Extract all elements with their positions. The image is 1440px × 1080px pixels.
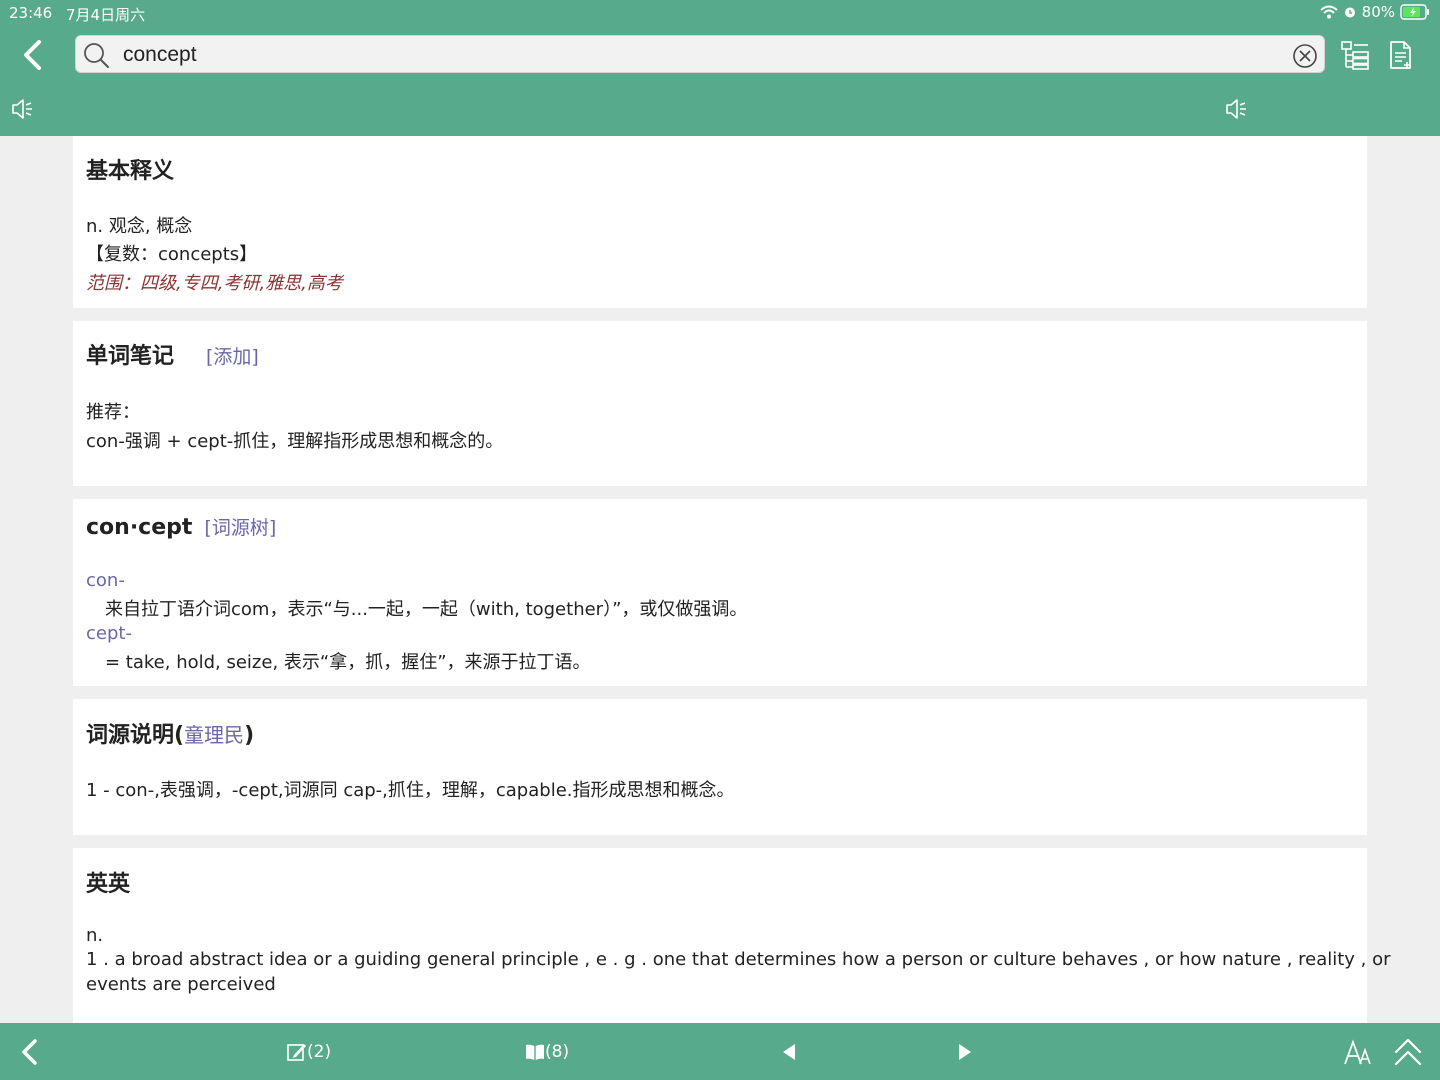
document-icon[interactable] <box>1388 40 1414 70</box>
search-box[interactable] <box>75 35 1325 73</box>
back-icon[interactable] <box>18 1037 42 1067</box>
search-icon <box>84 43 109 68</box>
notes-count: (2) <box>307 1042 332 1062</box>
morpheme-key: con- <box>86 570 125 591</box>
scroll-top-icon[interactable] <box>1393 1037 1423 1067</box>
english-definition-card: 英英 n. 1 . a broad abstract idea or a gui… <box>73 848 1391 1023</box>
author-link[interactable]: 童理民 <box>184 723 244 747</box>
english-pos: n. <box>86 925 104 946</box>
previous-icon[interactable] <box>780 1037 798 1067</box>
tree-icon[interactable] <box>1340 40 1370 70</box>
notes-button[interactable]: (2) <box>287 1037 331 1067</box>
font-size-icon[interactable] <box>1343 1037 1373 1067</box>
title-prefix: 词源说明( <box>86 723 185 748</box>
status-right: 80% <box>1319 3 1430 21</box>
edit-note-icon <box>287 1044 306 1061</box>
back-icon[interactable] <box>18 38 48 72</box>
add-note-link[interactable]: [添加] <box>206 342 259 369</box>
word-notes-card: 单词笔记 [添加] 推荐： con-强调 + cept-抓住，理解指形成思想和概… <box>73 321 1367 486</box>
etymology-explanation-text: 1 - con-,表强调，-cept,词源同 cap-,抓住，理解，capabl… <box>86 780 735 801</box>
english-definition-line: 1 . a broad abstract idea or a guiding g… <box>86 949 1391 970</box>
wordbook-count: (8) <box>545 1042 570 1062</box>
morpheme-desc: = take, hold, seize, 表示“拿，抓，握住”，来源于拉丁语。 <box>105 652 591 673</box>
speaker-icon-uk[interactable] <box>10 97 34 121</box>
word-notes-title: 单词笔记 <box>86 344 175 369</box>
clear-icon[interactable] <box>1292 43 1318 69</box>
status-bar: 23:46 7月4日周六 80% <box>0 0 1440 26</box>
alarm-icon <box>1344 7 1355 18</box>
etymology-tree-link[interactable]: [词源树] <box>204 513 276 540</box>
battery-charging-icon <box>1400 4 1429 20</box>
book-icon <box>526 1044 544 1060</box>
status-date: 7月4日周六 <box>66 6 146 24</box>
morpheme-key: cept- <box>86 623 132 644</box>
wifi-icon <box>1319 5 1338 19</box>
morpheme-desc: 来自拉丁语介词com，表示“与...一起，一起（with, together）”… <box>105 599 748 620</box>
syllable-word: con·cept <box>86 515 193 540</box>
etymology-card: con·cept [词源树] con- 来自拉丁语介词com，表示“与...一起… <box>73 499 1367 686</box>
english-definition-line: events are perceived <box>86 974 276 995</box>
etymology-explanation-title: 词源说明(童理民) <box>86 717 254 749</box>
top-header: 23:46 7月4日周六 80% <box>0 0 1440 136</box>
basic-definition-title: 基本释义 <box>86 159 175 184</box>
exam-scope-text: 范围：四级,专四,考研,雅思,高考 <box>86 273 343 294</box>
speaker-icon-us[interactable] <box>1224 97 1248 121</box>
status-time: 23:46 <box>9 4 53 22</box>
title-suffix: ) <box>244 723 255 748</box>
plural-text: 【复数：concepts】 <box>86 244 258 265</box>
next-icon[interactable] <box>956 1037 974 1067</box>
definition-text: n. 观念, 概念 <box>86 216 193 237</box>
etymology-explanation-card: 词源说明(童理民) 1 - con-,表强调，-cept,词源同 cap-,抓住… <box>73 699 1367 835</box>
bottom-toolbar: (2) (8) <box>0 1023 1440 1080</box>
english-definition-title: 英英 <box>86 872 131 897</box>
recommend-text: con-强调 + cept-抓住，理解指形成思想和概念的。 <box>86 431 504 452</box>
battery-percentage: 80% <box>1361 3 1395 21</box>
search-input[interactable] <box>123 40 1273 70</box>
basic-definition-card: 基本释义 n. 观念, 概念 【复数：concepts】 范围：四级,专四,考研… <box>73 136 1367 308</box>
recommend-label: 推荐： <box>86 402 140 423</box>
wordbook-button[interactable]: (8) <box>525 1037 569 1067</box>
